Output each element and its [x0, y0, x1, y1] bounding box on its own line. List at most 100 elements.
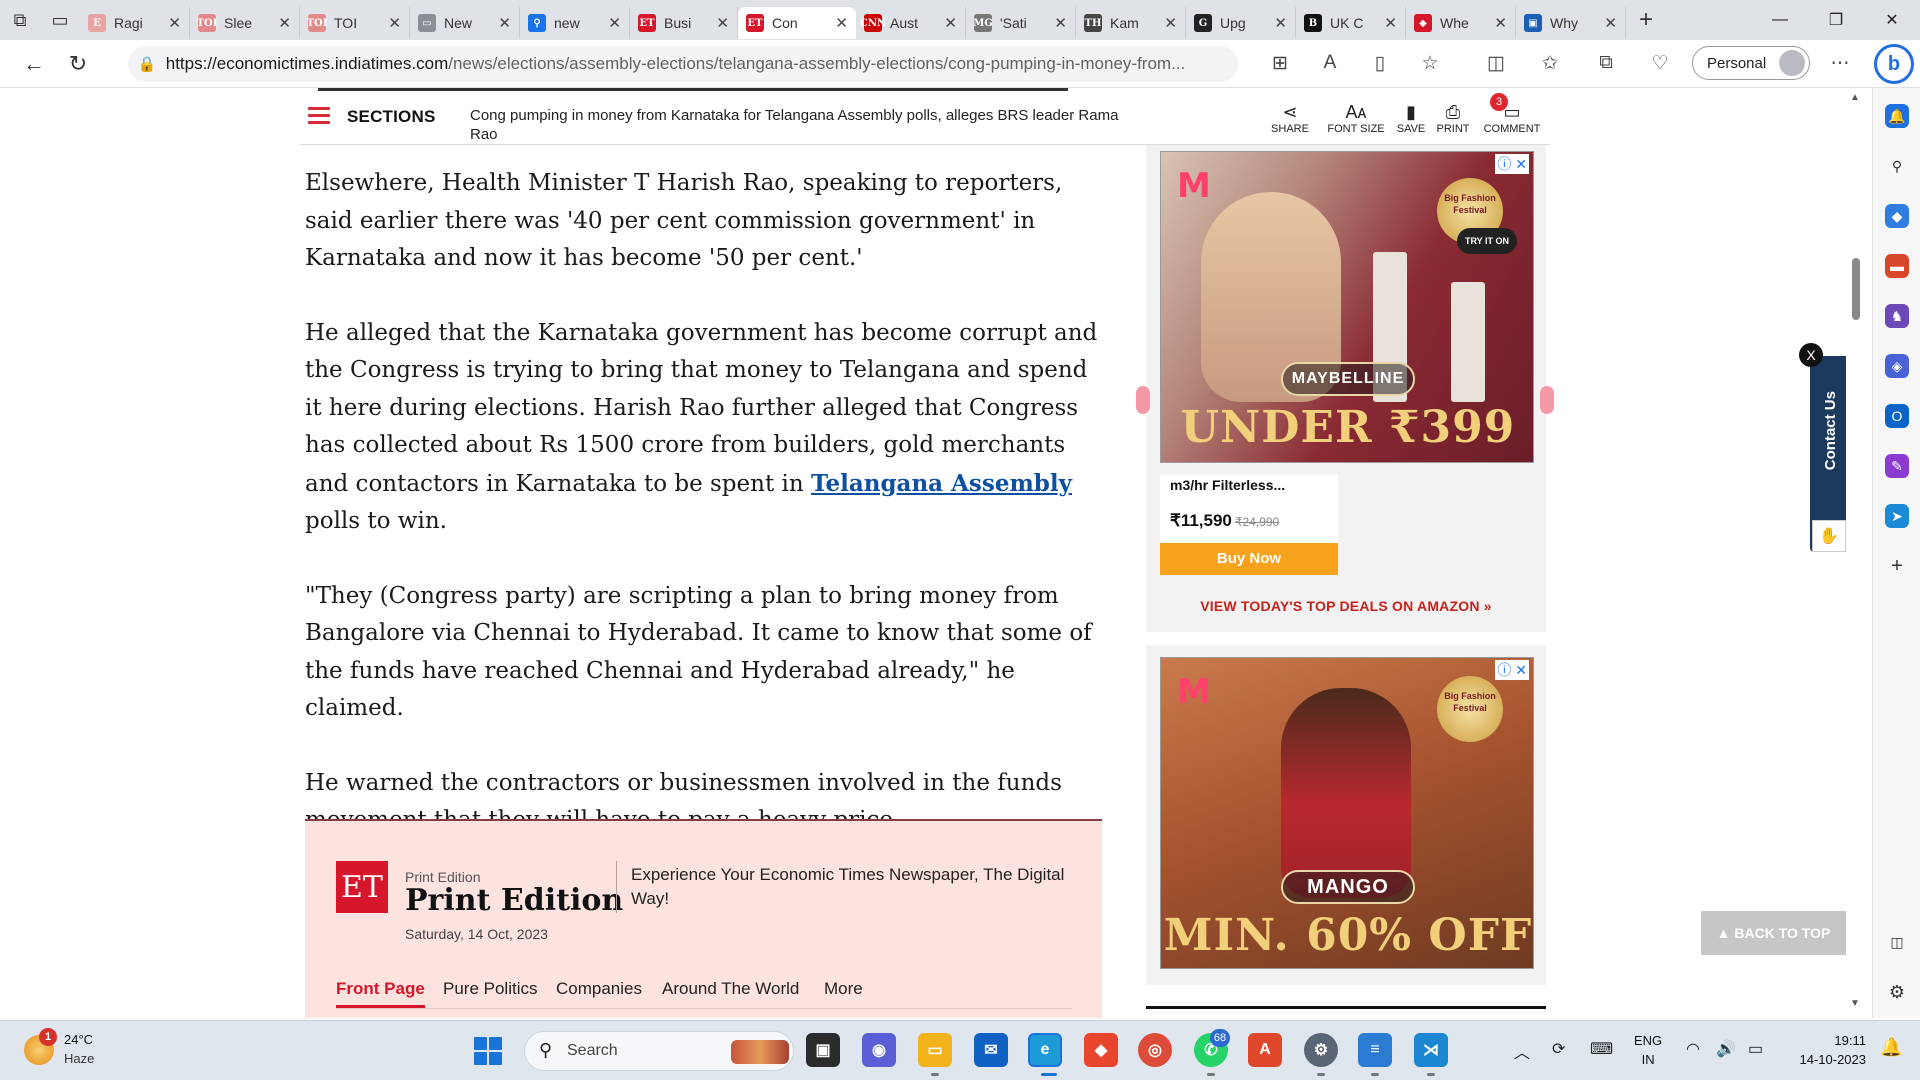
browser-tab[interactable]: B UK C ✕ [1296, 7, 1406, 39]
shopping-tag-icon[interactable]: ◆ [1885, 204, 1909, 228]
tab-actions-icon[interactable]: ▭ [40, 0, 80, 40]
tab-close-icon[interactable]: ✕ [498, 14, 511, 32]
tab-close-icon[interactable]: ✕ [1164, 14, 1177, 32]
copilot-icon[interactable]: b [1874, 44, 1914, 84]
back-to-top-button[interactable]: ▲ BACK TO TOP [1701, 911, 1846, 955]
sections-button[interactable]: SECTIONS [347, 107, 436, 127]
contact-close-button[interactable]: X [1799, 343, 1823, 367]
browser-tab[interactable]: ET Busi ✕ [630, 7, 738, 39]
search-icon[interactable]: ⚲ [1885, 154, 1909, 178]
tab-close-icon[interactable]: ✕ [388, 14, 401, 32]
hamburger-menu-icon[interactable] [308, 107, 330, 124]
profile-button[interactable]: Personal [1692, 46, 1810, 80]
tab-close-icon[interactable]: ✕ [835, 14, 848, 32]
browser-tab[interactable]: ▭ New ✕ [410, 7, 520, 39]
send-icon[interactable]: ➤ [1885, 504, 1909, 528]
file-explorer-icon[interactable]: ▭ [918, 1033, 952, 1067]
browser-tab[interactable]: ET Con ✕ [738, 7, 856, 39]
browser-tab[interactable]: TOI TOI ✕ [300, 7, 410, 39]
designer-icon[interactable]: ✎ [1885, 454, 1909, 478]
acrobat-icon[interactable]: A [1248, 1033, 1282, 1067]
vscode-icon[interactable]: ⋊ [1414, 1033, 1448, 1067]
taskbar-search[interactable]: ⚲ Search [524, 1031, 794, 1071]
gear-icon[interactable]: ⚙ [1885, 980, 1909, 1004]
volume-icon[interactable]: 🔊 [1716, 1039, 1736, 1059]
tab-close-icon[interactable]: ✕ [1494, 14, 1507, 32]
app-available-icon[interactable]: ⊞ [1266, 52, 1294, 75]
mango-ad[interactable]: M Big Fashion Festival MANGO MIN. 60% OF… [1160, 657, 1534, 969]
close-window-button[interactable]: ✕ [1864, 0, 1920, 40]
more-menu-icon[interactable]: ⋯ [1826, 52, 1854, 75]
office-icon[interactable]: ◆ [1084, 1033, 1118, 1067]
favorites-icon[interactable]: ✩ [1536, 52, 1564, 75]
settings-icon[interactable]: ⚙ [1304, 1033, 1338, 1067]
notepad-icon[interactable]: ≡ [1358, 1033, 1392, 1067]
weather-desc[interactable]: Haze [64, 1051, 94, 1066]
tab-close-icon[interactable]: ✕ [278, 14, 291, 32]
handshake-icon[interactable]: ✋ [1812, 520, 1846, 552]
font-size-button[interactable]: Aᴀ FONT SIZE [1324, 101, 1388, 135]
browser-tab[interactable]: G Upg ✕ [1186, 7, 1296, 39]
sync-icon[interactable]: ⟳ [1552, 1039, 1565, 1059]
browser-essentials-icon[interactable]: ♡ [1646, 52, 1674, 75]
read-aloud-icon[interactable]: A [1316, 52, 1344, 74]
share-button[interactable]: ⋖ SHARE [1268, 101, 1312, 135]
tab-close-icon[interactable]: ✕ [944, 14, 957, 32]
refresh-button[interactable]: ↻ [56, 44, 100, 84]
add-icon[interactable]: + [1885, 554, 1909, 578]
battery-icon[interactable]: ▭ [1748, 1039, 1763, 1059]
scroll-up-icon[interactable]: ▲ [1850, 92, 1860, 103]
outlook-icon[interactable]: O [1885, 404, 1909, 428]
new-tab-button[interactable]: + [1626, 0, 1666, 40]
carousel-prev-icon[interactable] [1136, 386, 1150, 414]
scroll-thumb[interactable] [1852, 258, 1860, 320]
mail-icon[interactable]: ✉ [974, 1033, 1008, 1067]
tab-close-icon[interactable]: ✕ [168, 14, 181, 32]
restore-button[interactable]: ❐ [1808, 0, 1864, 40]
favorite-star-icon[interactable]: ☆ [1416, 52, 1444, 75]
language-indicator[interactable]: ENG IN [1634, 1031, 1662, 1069]
amazon-deals-link[interactable]: VIEW TODAY'S TOP DEALS ON AMAZON » [1146, 598, 1546, 614]
page-scrollbar[interactable]: ▲ ▼ [1846, 88, 1866, 1018]
browser-tab[interactable]: ▣ Why ✕ [1516, 7, 1626, 39]
wifi-icon[interactable]: ◠ [1686, 1039, 1700, 1059]
browser-tab[interactable]: E Ragi ✕ [80, 7, 190, 39]
browser-tab[interactable]: TH Kam ✕ [1076, 7, 1186, 39]
microsoft-365-icon[interactable]: ◈ [1885, 354, 1909, 378]
carousel-next-icon[interactable] [1540, 386, 1554, 414]
tab-close-icon[interactable]: ✕ [716, 14, 729, 32]
tab-around-the-world[interactable]: Around The World [662, 979, 799, 999]
collections-icon[interactable]: ⧉ [1592, 52, 1620, 74]
maybelline-ad[interactable]: M Big Fashion Festival TRY IT ON MAYBELL… [1160, 151, 1534, 463]
url-field[interactable]: 🔒 https://economictimes.indiatimes.com/n… [128, 46, 1238, 82]
tab-front-page[interactable]: Front Page [336, 979, 425, 1008]
system-clock[interactable]: 19:11 14-10-2023 [1796, 1031, 1867, 1069]
browser-tab[interactable]: ◆ Whe ✕ [1406, 7, 1516, 39]
bell-icon[interactable]: 🔔 [1885, 104, 1909, 128]
edge-browser-icon[interactable]: e [1028, 1033, 1062, 1067]
buy-now-button[interactable]: Buy Now [1160, 543, 1338, 575]
print-edition-title[interactable]: Print Edition [405, 883, 623, 918]
split-screen-icon[interactable]: ◫ [1482, 52, 1510, 75]
chevron-up-icon[interactable]: ︿ [1514, 1039, 1530, 1063]
tab-close-icon[interactable]: ✕ [608, 14, 621, 32]
tab-more[interactable]: More [824, 979, 863, 999]
back-button[interactable]: ← [12, 44, 56, 84]
tab-companies[interactable]: Companies [556, 979, 642, 999]
browser-tab[interactable]: ⚲ new ✕ [520, 7, 630, 39]
immersive-reader-icon[interactable]: ▯ [1366, 52, 1394, 75]
save-button[interactable]: ▮ SAVE [1394, 101, 1428, 135]
minimize-button[interactable]: — [1752, 0, 1808, 40]
comment-button[interactable]: ▭ 3 COMMENT [1480, 93, 1544, 135]
browser-tab[interactable]: TOI Slee ✕ [190, 7, 300, 39]
toolbox-icon[interactable]: ▬ [1885, 254, 1909, 278]
start-button[interactable] [474, 1037, 502, 1065]
weather-temp[interactable]: 24°C [64, 1032, 93, 1047]
print-button[interactable]: ⎙ PRINT [1434, 101, 1472, 135]
sidebar-toggle-icon[interactable]: ◫ [1885, 930, 1909, 954]
games-icon[interactable]: ♞ [1885, 304, 1909, 328]
tab-close-icon[interactable]: ✕ [1384, 14, 1397, 32]
tab-close-icon[interactable]: ✕ [1054, 14, 1067, 32]
teams-chat-icon[interactable]: ◉ [862, 1033, 896, 1067]
browser-tab[interactable]: MG 'Sati ✕ [966, 7, 1076, 39]
